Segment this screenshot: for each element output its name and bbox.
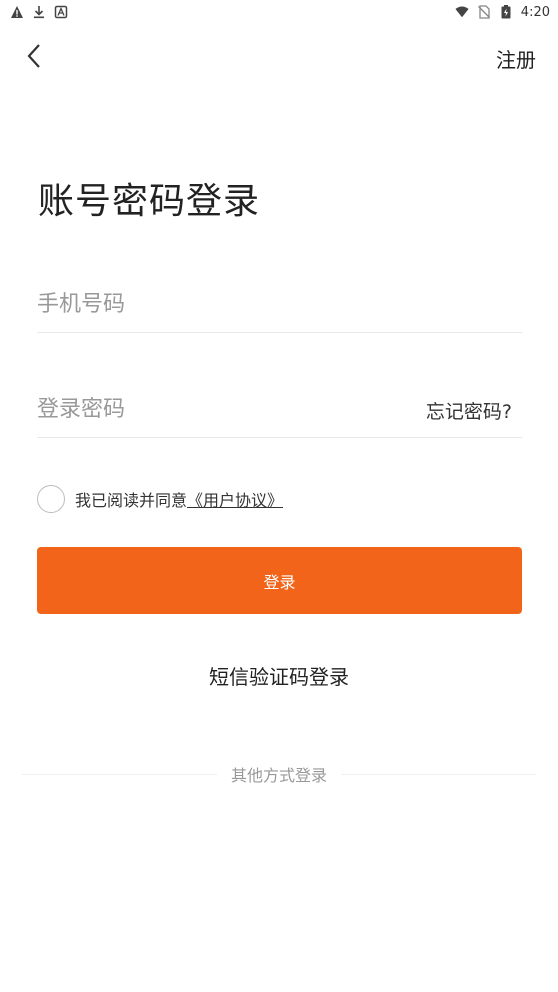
warning-icon [11, 6, 23, 18]
other-methods-divider: 其他方式登录 [22, 762, 537, 786]
password-input[interactable] [37, 381, 397, 437]
login-button[interactable]: 登录 [37, 547, 522, 614]
battery-icon [501, 5, 511, 19]
agreement-row: 我已阅读并同意 《用户协议》 [37, 484, 283, 514]
back-button[interactable] [16, 36, 52, 76]
phone-field [37, 276, 522, 333]
nav-bar: 注册 [0, 34, 558, 78]
status-bar: 4:20 [0, 0, 558, 24]
page-title: 账号密码登录 [38, 181, 261, 222]
wifi-icon [455, 6, 469, 18]
divider-line-right [341, 773, 537, 775]
status-time: 4:20 [520, 4, 550, 20]
phone-input[interactable] [37, 276, 397, 332]
password-field: 忘记密码? [37, 381, 522, 438]
status-right: 4:20 [455, 5, 558, 20]
register-link[interactable]: 注册 [496, 44, 536, 73]
download-icon [34, 6, 44, 19]
user-agreement-link[interactable]: 《用户协议》 [187, 487, 283, 511]
other-methods-label: 其他方式登录 [231, 766, 328, 785]
forgot-password-link[interactable]: 忘记密码? [426, 397, 512, 424]
app-notification-icon [54, 5, 68, 19]
no-sim-icon [477, 5, 490, 19]
agreement-checkbox[interactable] [37, 485, 65, 513]
chevron-left-icon [27, 44, 40, 68]
divider-line-left [22, 773, 217, 775]
agreement-text: 我已阅读并同意 [75, 491, 188, 510]
sms-login-link[interactable]: 短信验证码登录 [0, 661, 558, 690]
status-left [0, 5, 68, 19]
